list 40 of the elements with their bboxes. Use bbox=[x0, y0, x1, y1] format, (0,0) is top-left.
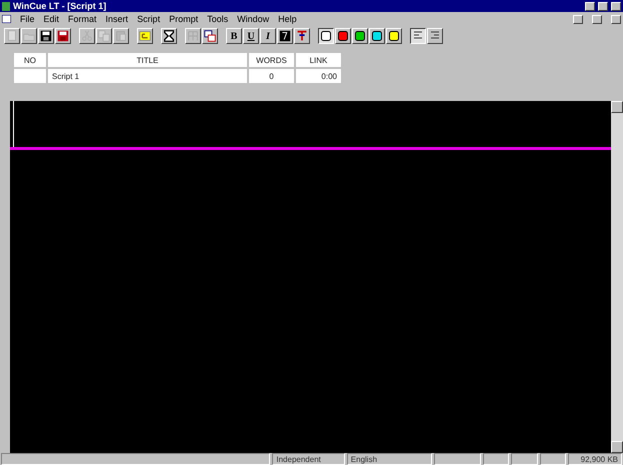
column-header: TITLE bbox=[47, 52, 248, 68]
menu-item[interactable]: Script bbox=[137, 14, 160, 24]
align-icon bbox=[430, 31, 440, 41]
document-icon bbox=[2, 15, 11, 23]
scroll-down-button[interactable] bbox=[611, 441, 623, 453]
align-icon bbox=[413, 31, 423, 41]
menu-item[interactable]: Help bbox=[278, 14, 297, 24]
menu-item[interactable]: File bbox=[20, 14, 35, 24]
window-title: WinCue LT - [Script 1] bbox=[13, 1, 106, 11]
app-icon bbox=[2, 2, 10, 10]
text-caret bbox=[13, 101, 14, 147]
align-button[interactable] bbox=[410, 28, 426, 44]
format-button[interactable]: U bbox=[243, 28, 259, 44]
scroll-up-button[interactable] bbox=[611, 101, 623, 113]
column-header: WORDS bbox=[248, 52, 295, 68]
table-cell bbox=[13, 68, 47, 84]
menu-item[interactable]: Insert bbox=[106, 14, 128, 24]
format-button[interactable]: B bbox=[226, 28, 242, 44]
menu-item[interactable]: Prompt bbox=[169, 14, 198, 24]
menu-item[interactable]: Format bbox=[68, 14, 97, 24]
maximize-button[interactable] bbox=[598, 2, 608, 10]
scrollbar[interactable] bbox=[611, 101, 623, 453]
status-pane bbox=[434, 453, 481, 465]
table-cell: Script 1 bbox=[47, 68, 248, 84]
column-header: NO bbox=[13, 52, 47, 68]
menu-item[interactable]: Window bbox=[237, 14, 270, 24]
status-pane bbox=[482, 453, 510, 465]
table-cell: 0:00 bbox=[295, 68, 342, 84]
restore-button[interactable] bbox=[592, 14, 602, 24]
status-pane bbox=[540, 453, 566, 465]
color-button[interactable] bbox=[318, 28, 334, 44]
menu-item[interactable]: Tools bbox=[207, 14, 228, 24]
menu-item[interactable]: Edit bbox=[44, 14, 60, 24]
status-language: English bbox=[346, 453, 432, 465]
format-button[interactable]: I bbox=[260, 28, 276, 44]
table-cell: 0 bbox=[248, 68, 295, 84]
column-header: LINK bbox=[295, 52, 342, 68]
status-pane bbox=[511, 453, 538, 465]
status-mode: Independent bbox=[272, 453, 345, 465]
status-memory: 92,900 KB bbox=[568, 453, 622, 465]
